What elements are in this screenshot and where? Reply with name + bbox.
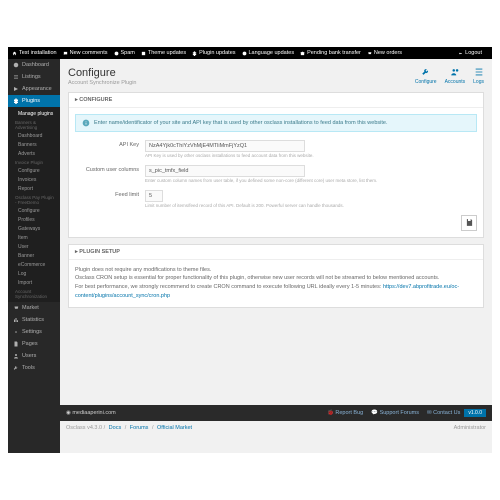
brand-icon: ◉ — [66, 410, 71, 416]
footer-report-bug[interactable]: 🐞 Report Bug — [327, 410, 363, 416]
top-lang[interactable]: Language updates — [242, 50, 295, 56]
info-icon — [82, 119, 90, 127]
nav-statistics[interactable]: Statistics — [8, 314, 60, 326]
nav-tools[interactable]: Tools — [8, 362, 60, 374]
sub-item[interactable]: eCommerce — [8, 260, 60, 269]
nav-users[interactable]: Users — [8, 350, 60, 362]
nav-appearance[interactable]: Appearance — [8, 83, 60, 95]
action-accounts[interactable]: Accounts — [445, 67, 466, 85]
sub-hdr-3: Account Synchronization — [8, 287, 60, 300]
label-limit: Feed limit — [75, 190, 145, 198]
nav-settings[interactable]: Settings — [8, 326, 60, 338]
help-apikey: API Key is used by other osclass install… — [145, 153, 477, 159]
footer-support[interactable]: 💬 Support Forums — [371, 410, 419, 416]
sub-manage[interactable]: Manage plugins — [8, 109, 60, 118]
panel-configure-title: ▸ CONFIGURE — [69, 93, 483, 108]
nav-pages[interactable]: Pages — [8, 338, 60, 350]
info-box: Enter name/identificator of your site an… — [75, 114, 477, 132]
help-limit: Limit number of items/feed record of thi… — [145, 203, 477, 209]
action-configure[interactable]: Configure — [415, 67, 437, 85]
sub-item[interactable]: Item — [8, 233, 60, 242]
help-columns: Enter custom column names from user tabl… — [145, 178, 477, 184]
action-logs[interactable]: Logs — [473, 67, 484, 85]
input-apikey[interactable] — [145, 140, 305, 152]
sub-item[interactable]: Gateways — [8, 224, 60, 233]
sub-hdr-0: Banners & Advertising — [8, 118, 60, 131]
sub-item[interactable]: Adverts — [8, 149, 60, 158]
save-icon — [465, 218, 474, 227]
top-spam[interactable]: Spam — [114, 50, 135, 56]
input-limit[interactable] — [145, 190, 163, 202]
sidebar: Dashboard Listings Appearance Plugins Ma… — [8, 59, 60, 453]
sub-item[interactable]: Log — [8, 269, 60, 278]
top-plugin[interactable]: Plugin updates — [192, 50, 235, 56]
nav-market[interactable]: Market — [8, 302, 60, 314]
nav-dashboard[interactable]: Dashboard — [8, 59, 60, 71]
brand-name: mediaaperini.com — [72, 410, 115, 416]
sub-item[interactable]: Configure — [8, 206, 60, 215]
top-comments[interactable]: New comments — [63, 50, 108, 56]
sub-item[interactable]: Import — [8, 278, 60, 287]
nav-listings[interactable]: Listings — [8, 71, 60, 83]
sub-item[interactable]: Invoices — [8, 175, 60, 184]
sub-item[interactable]: User — [8, 242, 60, 251]
input-columns[interactable] — [145, 165, 305, 177]
top-home[interactable]: Test installation — [12, 50, 57, 56]
footer-contact[interactable]: ✉ Contact Us — [427, 410, 460, 416]
top-orders[interactable]: New orders — [367, 50, 402, 56]
top-bank[interactable]: Pending bank transfer — [300, 50, 361, 56]
sub-item[interactable]: Dashboard — [8, 131, 60, 140]
setup-line-1: Plugin does not require any modification… — [75, 266, 477, 275]
sub-item[interactable]: Banner — [8, 251, 60, 260]
page-title: Configure — [68, 67, 136, 79]
label-columns: Custom user columns — [75, 165, 145, 173]
sub-hdr-1: Invoice Plugin — [8, 158, 60, 166]
setup-line-3: For best performance, we strongly recomm… — [75, 283, 477, 301]
label-apikey: API Key — [75, 140, 145, 148]
sub-item[interactable]: Configure — [8, 166, 60, 175]
panel-setup-title: ▸ PLUGIN SETUP — [69, 245, 483, 260]
save-button[interactable] — [461, 215, 477, 231]
sub-item[interactable]: Profiles — [8, 215, 60, 224]
top-theme[interactable]: Theme updates — [141, 50, 186, 56]
breadcrumb: Osclass v4.3.0 / Docs / Forums / Officia… — [66, 425, 194, 431]
nav-plugins[interactable]: Plugins — [8, 95, 60, 107]
logout-link[interactable]: Logout — [458, 50, 482, 56]
admin-label: Administrator — [454, 425, 486, 431]
sub-item[interactable]: Banners — [8, 140, 60, 149]
sub-item[interactable]: Report — [8, 184, 60, 193]
version-badge: v1.0.0 — [464, 409, 486, 417]
page-subtitle: Account Synchronize Plugin — [68, 80, 136, 86]
sub-hdr-2: Osclass Pay Plugin - FreeDemo — [8, 193, 60, 206]
setup-line-2: Osclass CRON setup is essential for prop… — [75, 274, 477, 283]
